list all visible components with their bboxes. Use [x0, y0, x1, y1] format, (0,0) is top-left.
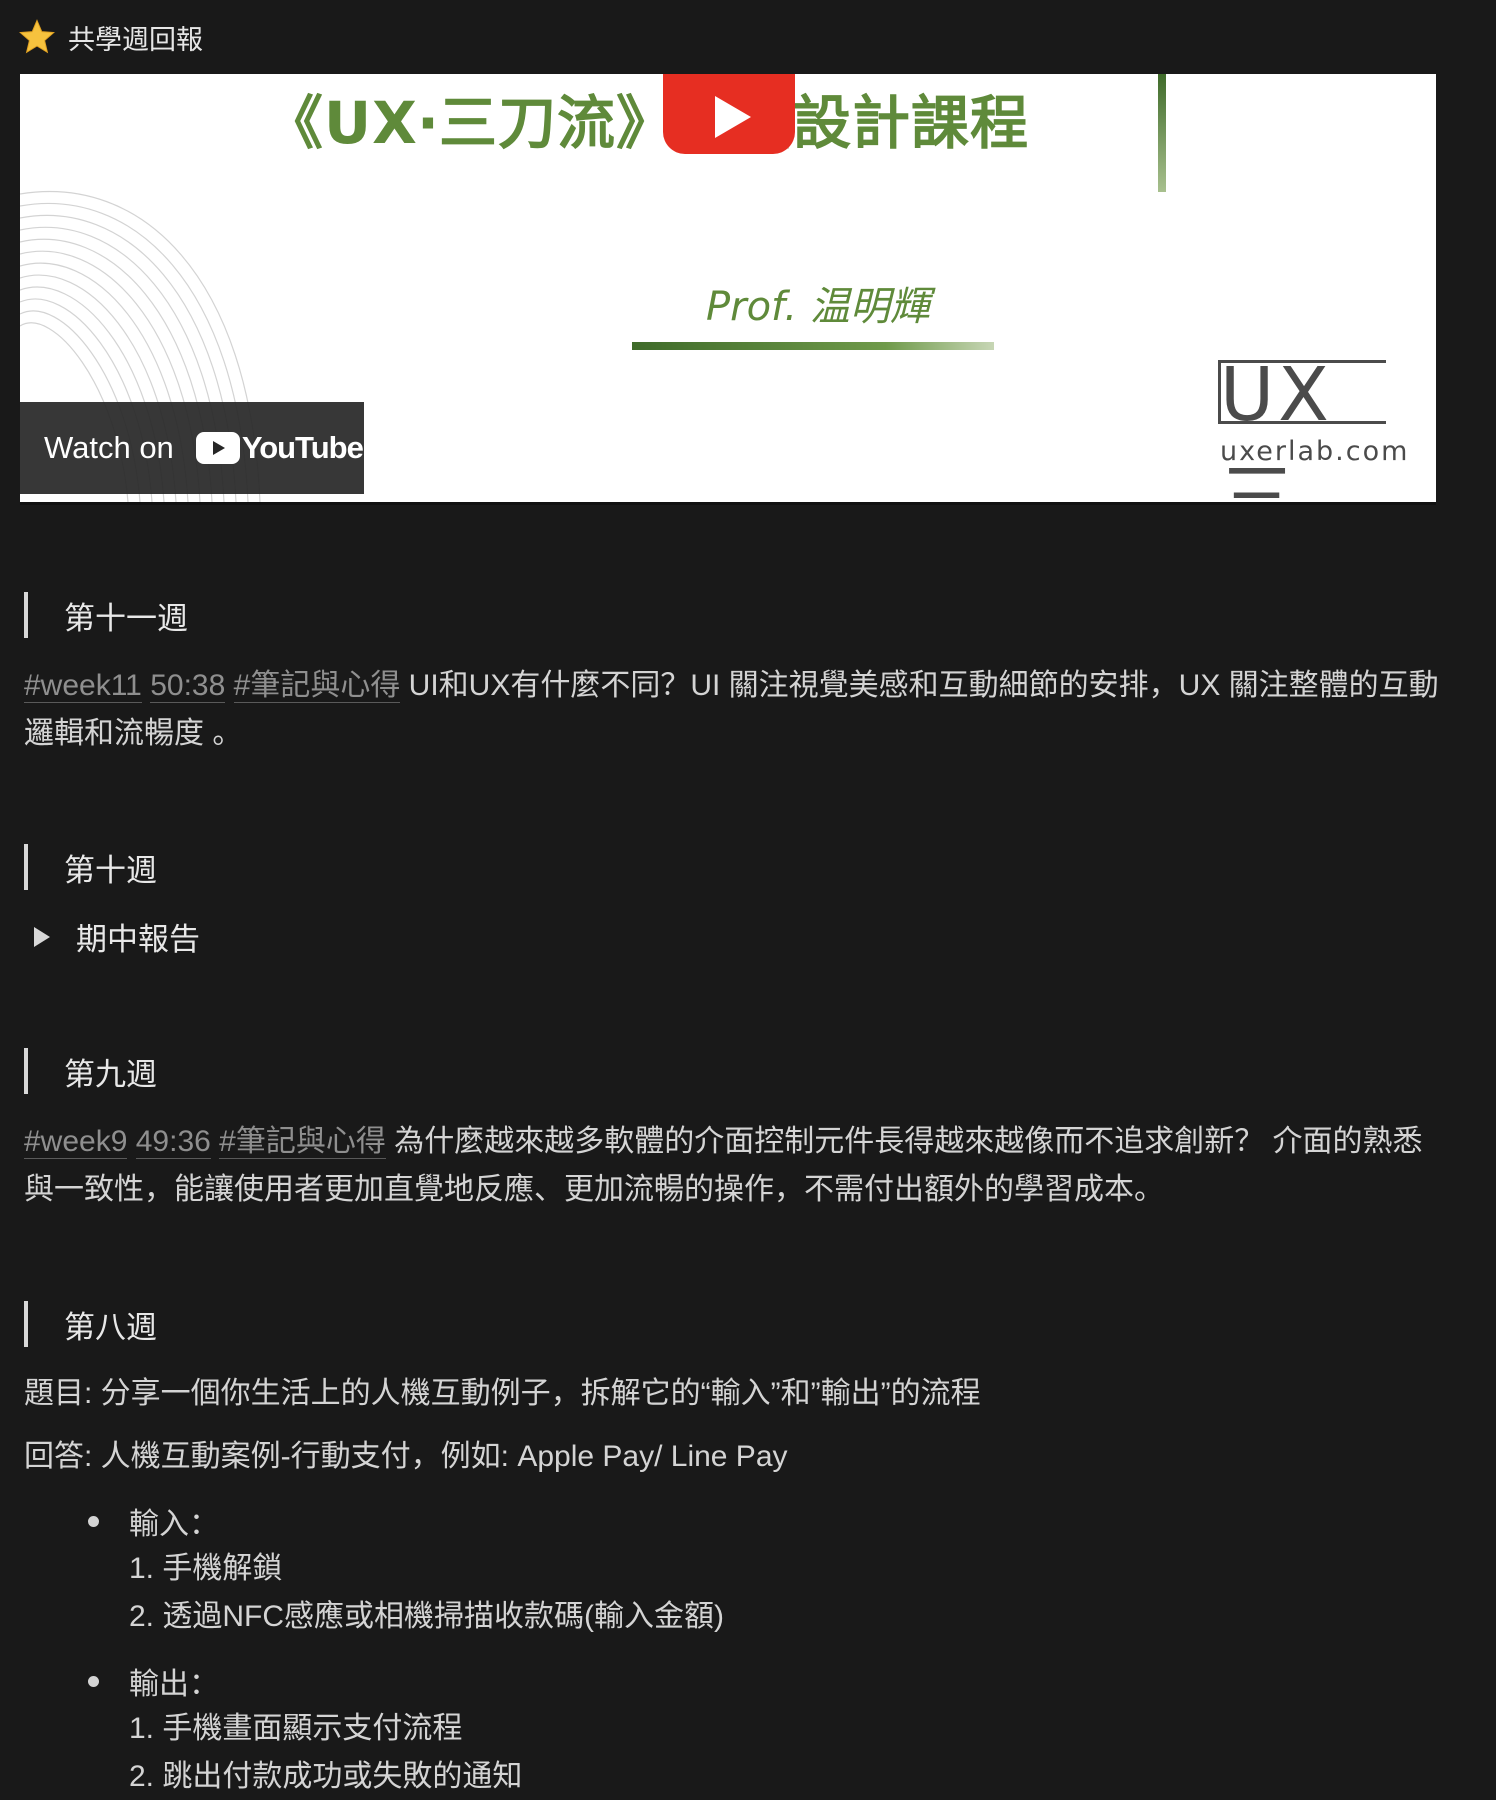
toggle-label: 期中報告 [76, 922, 200, 957]
list-item: 1. 手機解鎖 [129, 1552, 283, 1585]
input-list: 輸入： 1. 手機解鎖 2. 透過NFC感應或相機掃描收款碼(輸入金額) [88, 1497, 724, 1641]
list-item: 1. 手機畫面顯示支付流程 [129, 1712, 463, 1745]
bullet-input: 輸入： [88, 1497, 724, 1545]
heading-week11-text: 第十一週 [64, 600, 188, 636]
video-embed[interactable]: 《UX‧三刀流》產品設計課程 Prof. 温明輝 UX 三 uxerlab.co… [20, 74, 1436, 505]
quote-bar [24, 1301, 28, 1347]
youtube-wordmark: YouTube [241, 430, 364, 465]
quote-bar [24, 1048, 28, 1094]
triangle-right-icon[interactable] [34, 926, 50, 947]
bullet-output: 輸出： [88, 1657, 522, 1705]
tag-notes[interactable]: #筆記與心得 [219, 1125, 386, 1159]
watch-on-label: Watch on [44, 430, 174, 465]
bullet-dot [88, 1675, 99, 1687]
course-title: 《UX‧三刀流》產品設計課程 [265, 89, 1030, 157]
heading-week8: 第八週 [24, 1301, 157, 1347]
heading-week8-text: 第八週 [64, 1309, 157, 1345]
week11-note: #week11 50:38 #筆記與心得 UI和UX有什麼不同？UI 關注視覺美… [24, 662, 1444, 758]
week9-note: #week9 49:36 #筆記與心得 為什麼越來越多軟體的介面控制元件長得越來… [24, 1118, 1444, 1214]
quote-bar [24, 844, 28, 890]
page-title-text: 共學週回報 [68, 24, 203, 55]
page-title: 共學週回報 [18, 18, 203, 56]
tag-week9[interactable]: #week9 [24, 1125, 128, 1159]
output-list: 輸出： 1. 手機畫面顯示支付流程 2. 跳出付款成功或失敗的通知 [88, 1657, 522, 1800]
play-button[interactable] [663, 74, 795, 154]
professor-name: Prof. 温明輝 [706, 284, 930, 330]
title-divider [1158, 74, 1166, 192]
output-label: 輸出： [129, 1668, 219, 1701]
timestamp-link[interactable]: 50:38 [150, 669, 226, 703]
tag-week11[interactable]: #week11 [24, 669, 142, 703]
heading-week9: 第九週 [24, 1048, 157, 1094]
timestamp-link[interactable]: 49:36 [135, 1125, 211, 1159]
play-icon [715, 96, 751, 138]
list-item: 2. 透過NFC感應或相機掃描收款碼(輸入金額) [129, 1600, 724, 1633]
quote-bar [24, 592, 28, 638]
youtube-icon [195, 432, 240, 464]
brand-site: uxerlab.com [1220, 436, 1410, 467]
input-label: 輸入： [129, 1508, 219, 1541]
toggle-midterm-report[interactable]: 期中報告 [34, 914, 200, 959]
week8-question: 題目: 分享一個你生活上的人機互動例子，拆解它的“輸入”和”輸出”的流程 [24, 1377, 981, 1410]
heading-week10-text: 第十週 [64, 852, 157, 888]
heading-week11: 第十一週 [24, 592, 188, 638]
youtube-logo: YouTube [195, 430, 364, 466]
watch-on-youtube-button[interactable]: Watch on YouTube [20, 402, 364, 494]
heading-week10: 第十週 [24, 844, 157, 890]
bullet-dot [88, 1515, 99, 1527]
professor-underline [632, 342, 994, 350]
heading-week9-text: 第九週 [64, 1056, 157, 1092]
list-item: 2. 跳出付款成功或失敗的通知 [129, 1760, 523, 1793]
tag-notes[interactable]: #筆記與心得 [233, 669, 401, 703]
week8-answer: 回答: 人機互動案例-行動支付，例如: Apple Pay/ Line Pay [24, 1440, 788, 1473]
brand-logo: UX 三 [1218, 352, 1436, 502]
star-icon [19, 19, 55, 54]
